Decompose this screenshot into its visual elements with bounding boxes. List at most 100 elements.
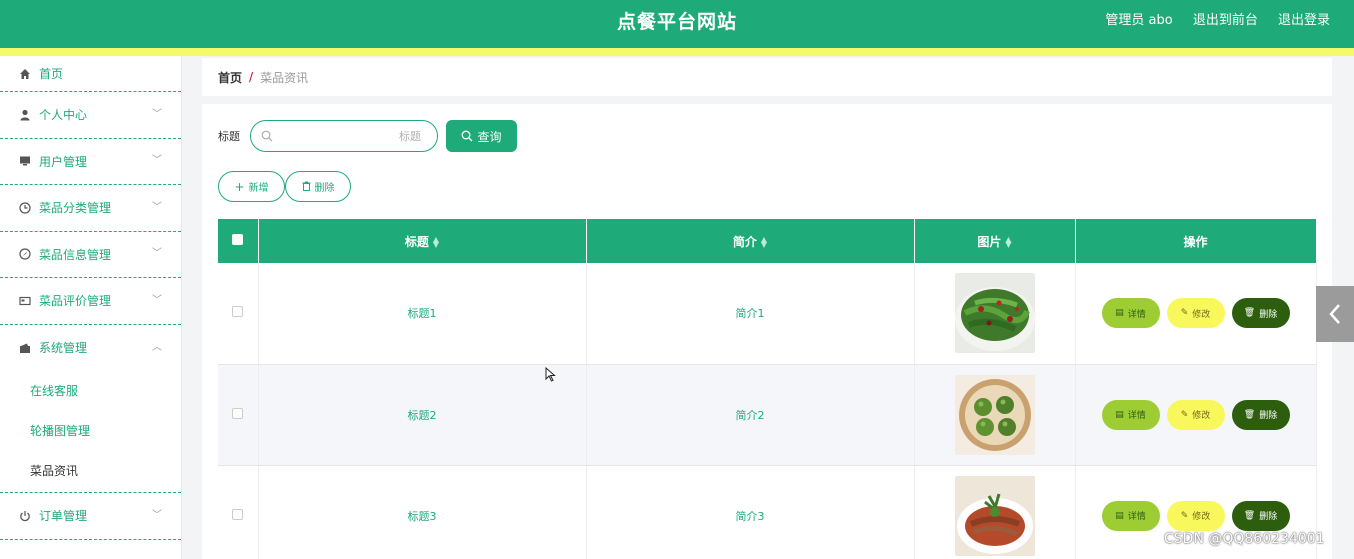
logout-link[interactable]: 退出登录 <box>1278 13 1330 28</box>
trash-icon: 🗑 <box>1243 409 1256 420</box>
id-card-icon <box>18 294 32 308</box>
cell-image <box>914 364 1076 466</box>
sidebar-item-personal-center[interactable]: 个人中心 ﹀ <box>0 92 181 139</box>
edit-button[interactable]: ✎ 修改 <box>1166 298 1225 329</box>
column-header-label: 简介 <box>732 234 757 249</box>
row-checkbox[interactable] <box>232 407 244 419</box>
cell-intro: 简介2 <box>586 364 915 466</box>
chevron-down-icon: ﹀ <box>152 294 162 306</box>
row-checkbox[interactable] <box>232 508 244 520</box>
batch-delete-button[interactable]: 删除 <box>285 171 351 202</box>
sidebar-item-label: 菜品分类管理 <box>39 201 112 216</box>
detail-button-label: 详情 <box>1127 411 1146 421</box>
column-header-label: 标题 <box>404 234 429 249</box>
chevron-down-icon: ﹀ <box>152 248 162 260</box>
edit-button-label: 修改 <box>1192 309 1211 320</box>
search-icon <box>261 130 273 142</box>
home-icon <box>18 67 32 81</box>
document-icon: ▤ <box>1115 409 1124 420</box>
sidebar-subitem-carousel-management[interactable]: 轮播图管理 <box>0 411 181 451</box>
header-accent-stripe <box>0 48 1354 56</box>
delete-button[interactable]: 🗑 删除 <box>1231 500 1290 531</box>
column-header-image[interactable]: 图片 ▲ ▼ <box>914 219 1076 263</box>
dish-news-table: 标题 ▲ ▼ 简介 ▲ ▼ 图片 ▲ ▼ 操作 标题1 简介1 ▤ 详情 ✎ 修… <box>218 219 1317 559</box>
column-header-intro[interactable]: 简介 ▲ ▼ <box>586 219 915 263</box>
sidebar-item-dish-review-management[interactable]: 菜品评价管理 ﹀ <box>0 278 181 325</box>
clock-icon <box>18 201 32 215</box>
dish-image-green-dumplings[interactable] <box>954 374 1035 455</box>
cell-image <box>914 465 1076 559</box>
batch-delete-button-label: 删除 <box>314 183 335 194</box>
chevron-down-icon: ﹀ <box>152 201 162 213</box>
chevron-left-icon <box>1329 304 1340 324</box>
query-button[interactable]: 查询 <box>446 120 517 152</box>
sidebar-item-user-management[interactable]: 用户管理 ﹀ <box>0 139 181 185</box>
wallet-icon <box>18 341 32 355</box>
search-row: 标题 查询 <box>218 120 517 152</box>
add-button-label: 新增 <box>248 183 269 194</box>
document-icon: ▤ <box>1115 510 1124 521</box>
table-row: 标题3 简介3 ▤ 详情 ✎ 修改 🗑 删除 <box>218 465 1317 559</box>
exit-to-front-link[interactable]: 退出到前台 <box>1193 13 1258 28</box>
detail-button[interactable]: ▤ 详情 <box>1101 500 1160 531</box>
edit-button[interactable]: ✎ 修改 <box>1166 399 1225 430</box>
edit-icon: ✎ <box>1180 510 1189 521</box>
delete-button[interactable]: 🗑 删除 <box>1231 298 1290 329</box>
edit-button[interactable]: ✎ 修改 <box>1166 500 1225 531</box>
search-label: 标题 <box>218 130 240 143</box>
breadcrumb: 首页 / 菜品资讯 <box>202 58 1332 96</box>
mouse-cursor-icon <box>545 367 556 382</box>
top-links: 管理员 abo 退出到前台 退出登录 <box>1089 0 1330 42</box>
sidebar-item-label: 菜品信息管理 <box>39 247 112 262</box>
action-row: + 新增 删除 <box>218 171 351 202</box>
sidebar-item-system-management[interactable]: 系统管理 ︿ <box>0 325 181 372</box>
sidebar-item-home[interactable]: 首页 <box>0 56 181 92</box>
add-button[interactable]: + 新增 <box>218 171 285 202</box>
delete-button[interactable]: 🗑 删除 <box>1231 399 1290 430</box>
main-content: 标题 查询 + 新增 删除 标题 <box>202 104 1332 559</box>
query-button-label: 查询 <box>477 129 502 144</box>
sort-icon: ▲ ▼ <box>1005 235 1012 249</box>
compass-icon <box>18 247 32 261</box>
table-header-row: 标题 ▲ ▼ 简介 ▲ ▼ 图片 ▲ ▼ 操作 <box>218 219 1317 263</box>
dish-image-sliced-beef[interactable] <box>954 475 1035 556</box>
delete-button-label: 删除 <box>1259 411 1278 421</box>
cell-intro: 简介1 <box>586 263 915 365</box>
breadcrumb-current: 菜品资讯 <box>260 70 309 85</box>
select-all-header <box>218 219 259 263</box>
admin-user-label[interactable]: 管理员 abo <box>1105 13 1172 28</box>
power-icon <box>18 509 32 523</box>
cell-image <box>914 263 1076 365</box>
table-row: 标题1 简介1 ▤ 详情 ✎ 修改 🗑 删除 <box>218 263 1317 365</box>
sidebar-item-label: 订单管理 <box>39 509 88 524</box>
sidebar-item-label: 个人中心 <box>39 108 88 123</box>
chevron-down-icon: ﹀ <box>152 155 162 167</box>
select-all-checkbox[interactable] <box>232 234 244 245</box>
sidebar-item-order-management[interactable]: 订单管理 ﹀ <box>0 493 181 540</box>
detail-button-label: 详情 <box>1127 309 1146 320</box>
breadcrumb-home[interactable]: 首页 <box>218 69 242 86</box>
chevron-down-icon: ﹀ <box>152 509 162 521</box>
row-checkbox[interactable] <box>232 306 244 318</box>
detail-button[interactable]: ▤ 详情 <box>1101 399 1160 430</box>
side-panel-toggle[interactable] <box>1316 286 1354 342</box>
column-header-label: 图片 <box>977 234 1002 249</box>
sort-icon: ▲ ▼ <box>760 235 768 249</box>
column-header-title[interactable]: 标题 ▲ ▼ <box>258 219 587 263</box>
sidebar-item-category-management[interactable]: 菜品分类管理 ﹀ <box>0 185 181 232</box>
plus-icon: + <box>234 179 245 194</box>
trash-icon: 🗑 <box>1243 510 1256 521</box>
search-field[interactable] <box>250 120 438 152</box>
detail-button[interactable]: ▤ 详情 <box>1101 298 1160 329</box>
dish-image-green-peppers[interactable] <box>954 273 1035 354</box>
cell-title: 标题1 <box>258 263 587 365</box>
sidebar-item-label: 系统管理 <box>39 341 88 356</box>
document-icon: ▤ <box>1115 308 1124 319</box>
sidebar: 首页 个人中心 ﹀ 用户管理 ﹀ 菜品分类管理 ﹀ 菜品信息管理 ﹀ 菜品评价管… <box>0 56 182 559</box>
delete-button-label: 删除 <box>1259 309 1278 320</box>
table-row: 标题2 简介2 ▤ 详情 ✎ 修改 🗑 删除 <box>218 364 1317 466</box>
sidebar-subitem-dish-news[interactable]: 菜品资讯 <box>0 451 181 493</box>
sidebar-subitem-online-service[interactable]: 在线客服 <box>0 371 181 411</box>
sidebar-item-dish-info-management[interactable]: 菜品信息管理 ﹀ <box>0 232 181 278</box>
search-input[interactable] <box>281 126 421 146</box>
